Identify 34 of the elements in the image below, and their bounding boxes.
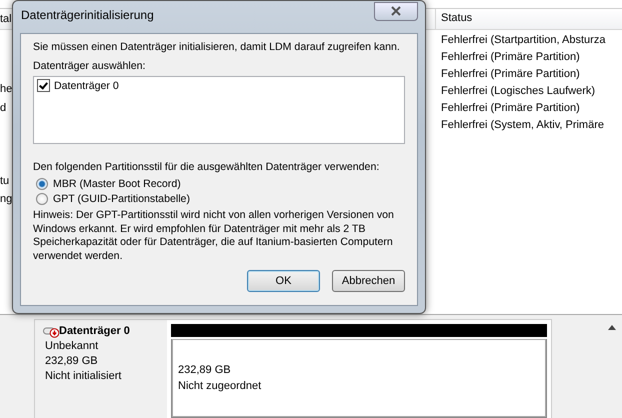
column-header[interactable]: Status [435, 9, 622, 29]
radio-button[interactable]: GPT (GUID-Partitionstabelle) [36, 193, 405, 205]
window-title: Datenträgerinitialisierung [20, 8, 154, 22]
checkbox-label[interactable]: Datenträger 0 [54, 80, 119, 92]
list-text: tal [0, 13, 12, 25]
partition-size: 232,89 GB [178, 363, 232, 378]
disk-state: Nicht initialisiert [45, 369, 122, 384]
note-text: Hinweis: Der GPT-Partitionsstil wird nicht von allen vorherigen Versionen von Windows erkannt. Er wird empfohlen für Datenträger mit mehr als 2 TB Speicherkapazität oder für Datenträger, die auf Itanium-basierten Computern verwendet werden. [33, 209, 395, 263]
table-cell-text: Fehlerfrei (Primäre Partition) [441, 50, 581, 65]
table-cell-text: Fehlerfrei (Startpartition, Absturza [441, 33, 606, 48]
disk-size: 232,89 GB [45, 354, 99, 369]
checkbox[interactable] [37, 79, 50, 92]
scroll-up-icon[interactable] [608, 325, 616, 330]
disk-warning-icon [43, 326, 59, 338]
close-button[interactable] [374, 2, 418, 20]
disk-type: Unbekannt [45, 339, 100, 354]
table-cell-text: Fehlerfrei (Primäre Partition) [441, 67, 581, 82]
partition-label: Nicht zugeordnet [178, 379, 262, 394]
table-cell-text: Fehlerfrei (Primäre Partition) [441, 101, 581, 116]
cancel-button[interactable]: Abbrechen [332, 270, 405, 292]
list-label: Datenträger auswählen: [33, 60, 146, 72]
intro-text: Sie müssen einen Datenträger initialisieren, damit LDM darauf zugreifen kann. [33, 40, 401, 54]
list-text: d [0, 102, 6, 114]
list-text: ng [0, 193, 12, 205]
table-cell-text: Fehlerfrei (System, Aktiv, Primäre [441, 118, 605, 133]
partition-box[interactable]: 232,89 GB Nicht zugeordnet [171, 339, 547, 418]
close-icon [390, 6, 402, 16]
table-cell-text: Fehlerfrei (Logisches Laufwerk) [441, 84, 596, 99]
radio-button[interactable]: MBR (Master Boot Record) [36, 178, 405, 190]
partition-style-label: Den folgenden Partitionsstil für die ausgewählten Datenträger verwenden: [33, 161, 380, 173]
list-text: he [0, 83, 12, 95]
ok-button[interactable]: OK [247, 270, 320, 292]
disk-name: Datenträger 0 [59, 324, 130, 339]
list-text: tu [0, 175, 10, 187]
